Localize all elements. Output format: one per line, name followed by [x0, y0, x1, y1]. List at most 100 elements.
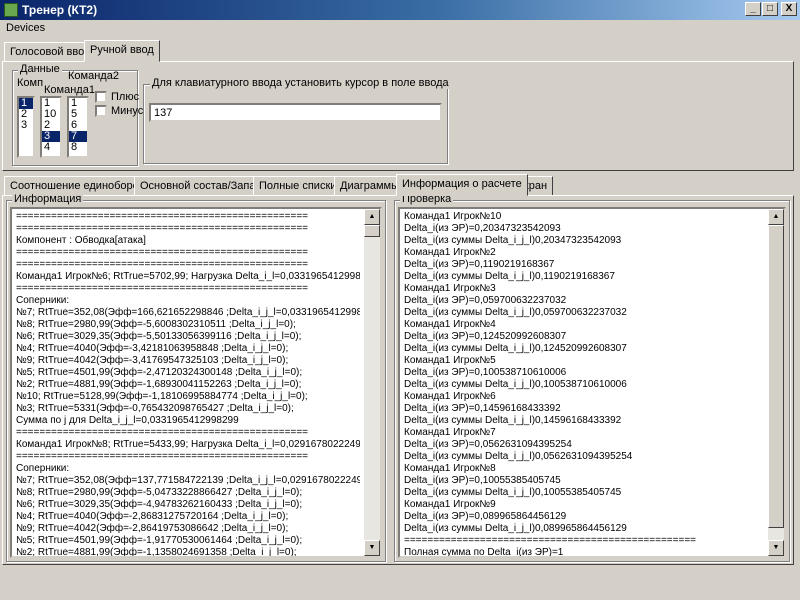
plus-label: Плюс: [111, 91, 140, 103]
komp-listbox[interactable]: 1 2 3: [17, 96, 35, 158]
title-bar: Тренер (КТ2) _ □ X: [0, 0, 800, 20]
komanda2-label: Команда2: [68, 70, 119, 82]
text-line: №5; RtTrue=4501,99(Эфф=-2,47120324300148…: [16, 367, 303, 378]
app-icon: [4, 3, 18, 17]
text-line: №10; RtTrue=5128,99(Эфф=-1,1810699588477…: [16, 391, 308, 402]
scroll-up-arrow-icon[interactable]: ▲: [364, 209, 380, 225]
tab-calc-info[interactable]: Информация о расчете: [396, 174, 528, 196]
text-line: Delta_i(из суммы Delta_i_j_l)0,145961684…: [404, 415, 622, 426]
text-line: Команда1 Игрок№2: [404, 247, 496, 258]
text-line: Delta_i(из ЭР)=0,20347323542093: [404, 223, 561, 234]
text-line: №4; RtTrue=4040(Эфф=-3,42181063958848 ;D…: [16, 343, 289, 354]
text-line: №9; RtTrue=4042(Эфф=-3,41769547325103 ;D…: [16, 355, 289, 366]
text-line: Delta_i(из суммы Delta_i_j_l)0,059700632…: [404, 307, 627, 318]
text-line: ========================================…: [16, 211, 308, 222]
komanda1-option[interactable]: 4: [42, 142, 60, 153]
text-line: №6; RtTrue=3029,35(Эфф=-4,94783262160433…: [16, 499, 303, 510]
text-line: Команда1 Игрок№3: [404, 283, 496, 294]
tab-diagrams[interactable]: Диаграммы: [334, 176, 405, 196]
text-line: №5; RtTrue=4501,99(Эфф=-1,91770530061464…: [16, 535, 303, 546]
text-line: Команда1 Игрок№6; RtTrue=5702,99; Нагруз…: [16, 271, 360, 282]
komanda1-listbox[interactable]: 1 10 2 3 4: [40, 96, 62, 158]
text-line: Соперники:: [16, 295, 70, 306]
minimize-button[interactable]: _: [745, 2, 761, 16]
text-line: Соперники:: [16, 463, 70, 474]
text-line: Delta_i(из суммы Delta_i_j_l)0,203473235…: [404, 235, 622, 246]
window-controls: _ □ X: [745, 2, 797, 16]
text-line: Компонент : Обводка[атака]: [16, 235, 146, 246]
menu-bar: Devices: [0, 20, 800, 38]
text-line: ========================================…: [16, 451, 308, 462]
check-scrollbar[interactable]: ▲ ▼: [768, 209, 784, 556]
text-line: Delta_i(из ЭР)=0,10055385405745: [404, 475, 561, 486]
text-line: Delta_i(из суммы Delta_i_j_l)0,100538710…: [404, 379, 627, 390]
keyboard-input-legend: Для клавиатурного ввода установить курсо…: [150, 77, 451, 89]
text-line: Delta_i(из суммы Delta_i_j_l)0,119021916…: [404, 271, 615, 282]
scroll-thumb[interactable]: [364, 225, 380, 237]
text-line: Команда1 Игрок№10: [404, 211, 502, 222]
plus-checkbox[interactable]: [95, 91, 107, 103]
komanda1-label: Команда1: [44, 84, 95, 96]
text-line: Delta_i(из ЭР)=0,124520992608307: [404, 331, 567, 342]
text-line: Delta_i(из суммы Delta_i_j_l)0,089965864…: [404, 523, 627, 534]
text-line: Delta_i(из ЭР)=0,1190219168367: [404, 259, 555, 270]
scroll-down-arrow-icon[interactable]: ▼: [364, 540, 380, 556]
menu-devices[interactable]: Devices: [6, 22, 45, 34]
close-button[interactable]: X: [781, 2, 797, 16]
tab-main-squad[interactable]: Основной состав/Запас: [134, 176, 267, 196]
text-line: Delta_i(из ЭР)=0,059700632237032: [404, 295, 567, 306]
text-line: №7; RtTrue=352,08(Эфф=166,621652298846 ;…: [16, 307, 360, 318]
text-line: Delta_i(из ЭР)=0,14596168433392: [404, 403, 561, 414]
text-line: Delta_i(из ЭР)=0,089965864456129: [404, 511, 567, 522]
info-textarea[interactable]: ========================================…: [10, 207, 382, 558]
text-line: ========================================…: [16, 427, 308, 438]
tab-full-lists[interactable]: Полные списки: [253, 176, 343, 196]
maximize-button[interactable]: □: [762, 2, 778, 16]
text-line: Delta_i(из ЭР)=0,100538710610006: [404, 367, 567, 378]
check-content: Команда1 Игрок№10 Delta_i(из ЭР)=0,203473…: [404, 211, 764, 558]
text-line: Команда1 Игрок№7: [404, 427, 496, 438]
komp-option[interactable]: 3: [19, 120, 33, 131]
check-textarea[interactable]: Команда1 Игрок№10 Delta_i(из ЭР)=0,203473…: [398, 207, 786, 558]
text-line: Команда1 Игрок№5: [404, 355, 496, 366]
komanda2-listbox[interactable]: 1 5 6 7 8: [67, 96, 89, 158]
text-line: Delta_i(из суммы Delta_i_j_l)0,124520992…: [404, 343, 627, 354]
text-line: Команда1 Игрок№8; RtTrue=5433,99; Нагруз…: [16, 439, 360, 450]
text-line: Команда1 Игрок№6: [404, 391, 496, 402]
text-line: Delta_i(из суммы Delta_i_j_l)0,056263109…: [404, 451, 633, 462]
text-line: №8; RtTrue=2980,99(Эфф=-5,04733228866427…: [16, 487, 303, 498]
text-line: Delta_i(из ЭР)=0,0562631094395254: [404, 439, 572, 450]
text-line: Сумма по j для Delta_i_j_l=0,03319654129…: [16, 415, 239, 426]
text-line: ========================================…: [16, 247, 308, 258]
text-line: ========================================…: [16, 223, 308, 234]
text-line: №9; RtTrue=4042(Эфф=-2,86419753086642 ;D…: [16, 523, 289, 534]
text-line: ========================================…: [16, 283, 308, 294]
minus-checkbox[interactable]: [95, 105, 107, 117]
text-line: №6; RtTrue=3029,35(Эфф=-5,50133056399116…: [16, 331, 302, 342]
keyboard-input-group: [143, 84, 448, 164]
scroll-up-arrow-icon[interactable]: ▲: [768, 209, 784, 225]
komanda2-option[interactable]: 8: [69, 142, 87, 153]
scroll-down-arrow-icon[interactable]: ▼: [768, 540, 784, 556]
keyboard-input-field[interactable]: 137: [149, 103, 442, 122]
text-line: №4; RtTrue=4040(Эфф=-2,86831275720164 ;D…: [16, 511, 289, 522]
info-group-legend: Информация: [12, 193, 84, 205]
info-scrollbar[interactable]: ▲ ▼: [364, 209, 380, 556]
info-content: ========================================…: [16, 211, 360, 558]
tab-manual-input[interactable]: Ручной ввод: [84, 40, 160, 62]
text-line: №2; RtTrue=4881,99(Эфф=-1,1358024691358 …: [16, 547, 297, 558]
text-line: №3; RtTrue=5331(Эфф=-0,765432098765427 ;…: [16, 403, 294, 414]
status-bar: [0, 580, 800, 600]
scroll-thumb[interactable]: [768, 225, 784, 528]
tab-voice-input[interactable]: Голосовой ввод: [4, 42, 97, 62]
text-line: ========================================…: [404, 535, 696, 546]
text-line: Delta_i(из суммы Delta_i_j_l)0,100553854…: [404, 487, 622, 498]
text-line: №2; RtTrue=4881,99(Эфф=-1,68930041152263…: [16, 379, 302, 390]
text-line: №7; RtTrue=352,08(Эфф=137,771584722139 ;…: [16, 475, 360, 486]
text-line: ========================================…: [16, 259, 308, 270]
text-line: Команда1 Игрок№8: [404, 463, 496, 474]
minus-label: Минус: [111, 105, 144, 117]
text-line: Команда1 Игрок№9: [404, 499, 496, 510]
text-line: №8; RtTrue=2980,99(Эфф=-5,6008302310511 …: [16, 319, 296, 330]
text-line: Полная сумма по Delta_i(из ЭР)=1: [404, 547, 564, 558]
